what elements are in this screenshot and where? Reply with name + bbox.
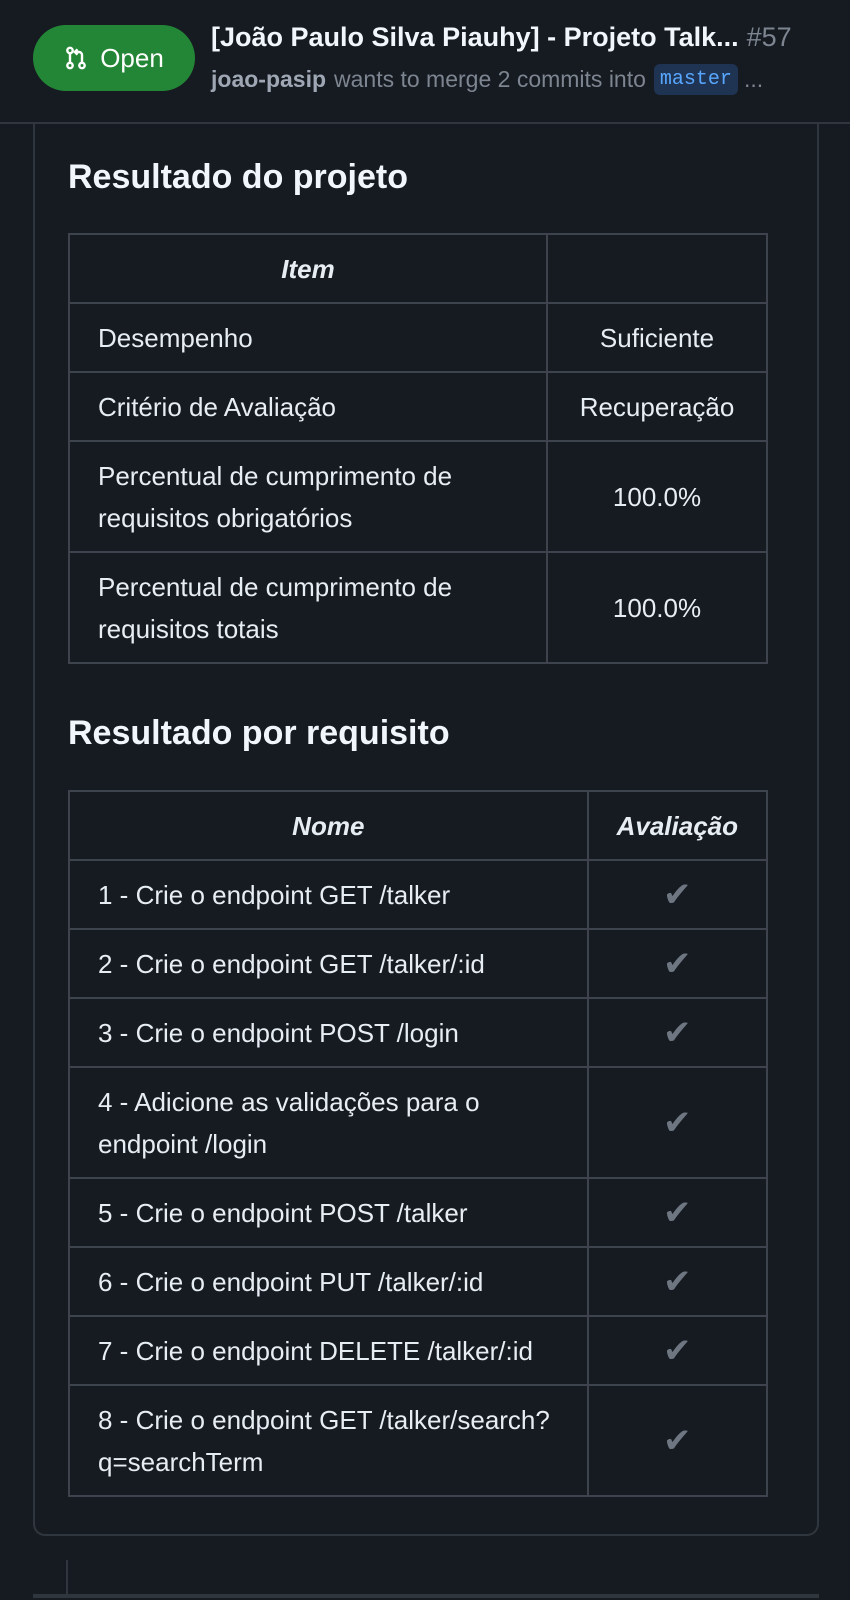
evaluation-column-header: Avaliação [586,790,769,861]
pr-state-label: Open [100,42,164,73]
table-row: 1 - Crie o endpoint GET /talker ✔ [68,859,769,930]
check-icon: ✔ [586,1315,769,1386]
item-column-header: Item [67,233,549,304]
base-branch-label[interactable]: master [653,64,738,95]
requirement-result-table: Nome Avaliação 1 - Crie o endpoint GET /… [68,790,769,1497]
requirement-result-heading: Resultado por requisito [68,714,450,752]
requirement-name: 1 - Crie o endpoint GET /talker [68,859,589,930]
requirement-name: 2 - Crie o endpoint GET /talker/:id [68,928,589,999]
timeline-connector [66,1560,68,1596]
table-cell: Suficiente [546,302,768,373]
table-row: 6 - Crie o endpoint PUT /talker/:id ✔ [68,1246,769,1317]
requirement-name: 8 - Crie o endpoint GET /talker/search?q… [68,1384,589,1497]
requirement-name: 6 - Crie o endpoint PUT /talker/:id [68,1246,589,1317]
table-cell: Percentual de cumprimento de requisitos … [67,440,549,553]
table-row: Critério de Avaliação Recuperação [67,371,768,442]
check-icon: ✔ [586,1384,769,1497]
timeline-divider [33,1594,819,1598]
table-row: 2 - Crie o endpoint GET /talker/:id ✔ [68,928,769,999]
pr-header: Open [João Paulo Silva Piauhy] - Projeto… [0,0,850,124]
check-icon: ✔ [586,1246,769,1317]
pr-number: #57 [746,22,792,52]
table-row: 4 - Adicione as validações para o endpoi… [68,1066,769,1179]
pr-sub-overflow: ... [743,66,764,92]
table-row: 3 - Crie o endpoint POST /login ✔ [68,997,769,1068]
table-row: Percentual de cumprimento de requisitos … [67,440,768,553]
check-icon: ✔ [586,997,769,1068]
pr-merge-info: joao-pasip wants to merge 2 commits into… [211,64,831,95]
table-row: 8 - Crie o endpoint GET /talker/search?q… [68,1384,769,1497]
pr-author-link[interactable]: joao-pasip [211,66,326,93]
value-column-header [546,233,768,304]
pr-title-text: [João Paulo Silva Piauhy] - Projeto Talk… [211,22,739,52]
check-icon: ✔ [586,859,769,930]
requirement-name: 3 - Crie o endpoint POST /login [68,997,589,1068]
table-cell: 100.0% [546,440,768,553]
table-cell: Desempenho [67,302,549,373]
table-row: Desempenho Suficiente [67,302,768,373]
pr-merge-text: wants to merge 2 commits into [334,66,646,92]
table-header-row: Item [67,233,768,304]
table-row: Percentual de cumprimento de requisitos … [67,551,768,664]
project-result-heading: Resultado do projeto [68,158,408,196]
name-column-header: Nome [68,790,589,861]
table-header-row: Nome Avaliação [68,790,769,861]
table-cell: Critério de Avaliação [67,371,549,442]
table-cell: Percentual de cumprimento de requisitos … [67,551,549,664]
git-pull-request-icon [66,46,87,70]
pr-title[interactable]: [João Paulo Silva Piauhy] - Projeto Talk… [211,22,831,53]
table-cell: 100.0% [546,551,768,664]
project-result-table: Item Desempenho Suficiente Critério de A… [67,233,768,664]
check-icon: ✔ [586,1177,769,1248]
check-icon: ✔ [586,1066,769,1179]
table-cell: Recuperação [546,371,768,442]
pr-state-badge: Open [33,25,195,91]
requirement-name: 7 - Crie o endpoint DELETE /talker/:id [68,1315,589,1386]
requirement-name: 4 - Adicione as validações para o endpoi… [68,1066,589,1179]
table-row: 7 - Crie o endpoint DELETE /talker/:id ✔ [68,1315,769,1386]
check-icon: ✔ [586,928,769,999]
table-row: 5 - Crie o endpoint POST /talker ✔ [68,1177,769,1248]
requirement-name: 5 - Crie o endpoint POST /talker [68,1177,589,1248]
